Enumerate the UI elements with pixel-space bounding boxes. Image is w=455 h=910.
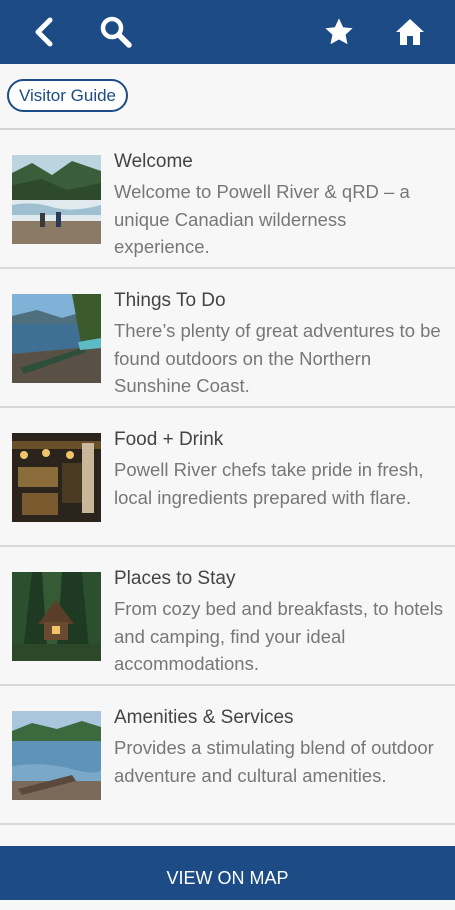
- top-app-bar: [0, 0, 455, 64]
- list-item-amenities-services[interactable]: Amenities & Services Provides a stimulat…: [0, 686, 455, 825]
- lake-kayak-photo: [12, 294, 101, 383]
- river-rapids-photo: [12, 155, 101, 244]
- item-description: Welcome to Powell River & qRD – a unique…: [114, 181, 410, 257]
- item-title: Places to Stay: [114, 568, 236, 589]
- category-list: Welcome Welcome to Powell River & qRD – …: [0, 130, 455, 825]
- back-chevron-icon[interactable]: [24, 12, 64, 52]
- restaurant-interior-photo: [12, 433, 101, 522]
- item-description: Powell River chefs take pride in fresh, …: [114, 459, 424, 508]
- item-description: Provides a stimulating blend of outdoor …: [114, 737, 434, 786]
- view-on-map-button[interactable]: VIEW ON MAP: [0, 846, 455, 900]
- visitor-guide-chip[interactable]: Visitor Guide: [7, 79, 129, 112]
- list-item-food-drink[interactable]: Food + Drink Powell River chefs take pri…: [0, 408, 455, 547]
- forest-cabin-photo: [12, 572, 101, 661]
- item-title: Welcome: [114, 151, 193, 172]
- breadcrumb: Visitor Guide: [0, 64, 455, 130]
- item-description: There’s plenty of great adventures to be…: [114, 320, 441, 396]
- item-title: Food + Drink: [114, 429, 224, 450]
- list-item-welcome[interactable]: Welcome Welcome to Powell River & qRD – …: [0, 130, 455, 269]
- search-icon[interactable]: [96, 12, 136, 52]
- home-icon[interactable]: [390, 12, 430, 52]
- lake-driftwood-photo: [12, 711, 101, 800]
- list-item-places-to-stay[interactable]: Places to Stay From cozy bed and breakfa…: [0, 547, 455, 686]
- item-description: From cozy bed and breakfasts, to hotels …: [114, 598, 444, 674]
- star-icon[interactable]: [319, 12, 359, 52]
- list-item-things-to-do[interactable]: Things To Do There’s plenty of great adv…: [0, 269, 455, 408]
- item-title: Things To Do: [114, 290, 226, 311]
- item-title: Amenities & Services: [114, 707, 294, 728]
